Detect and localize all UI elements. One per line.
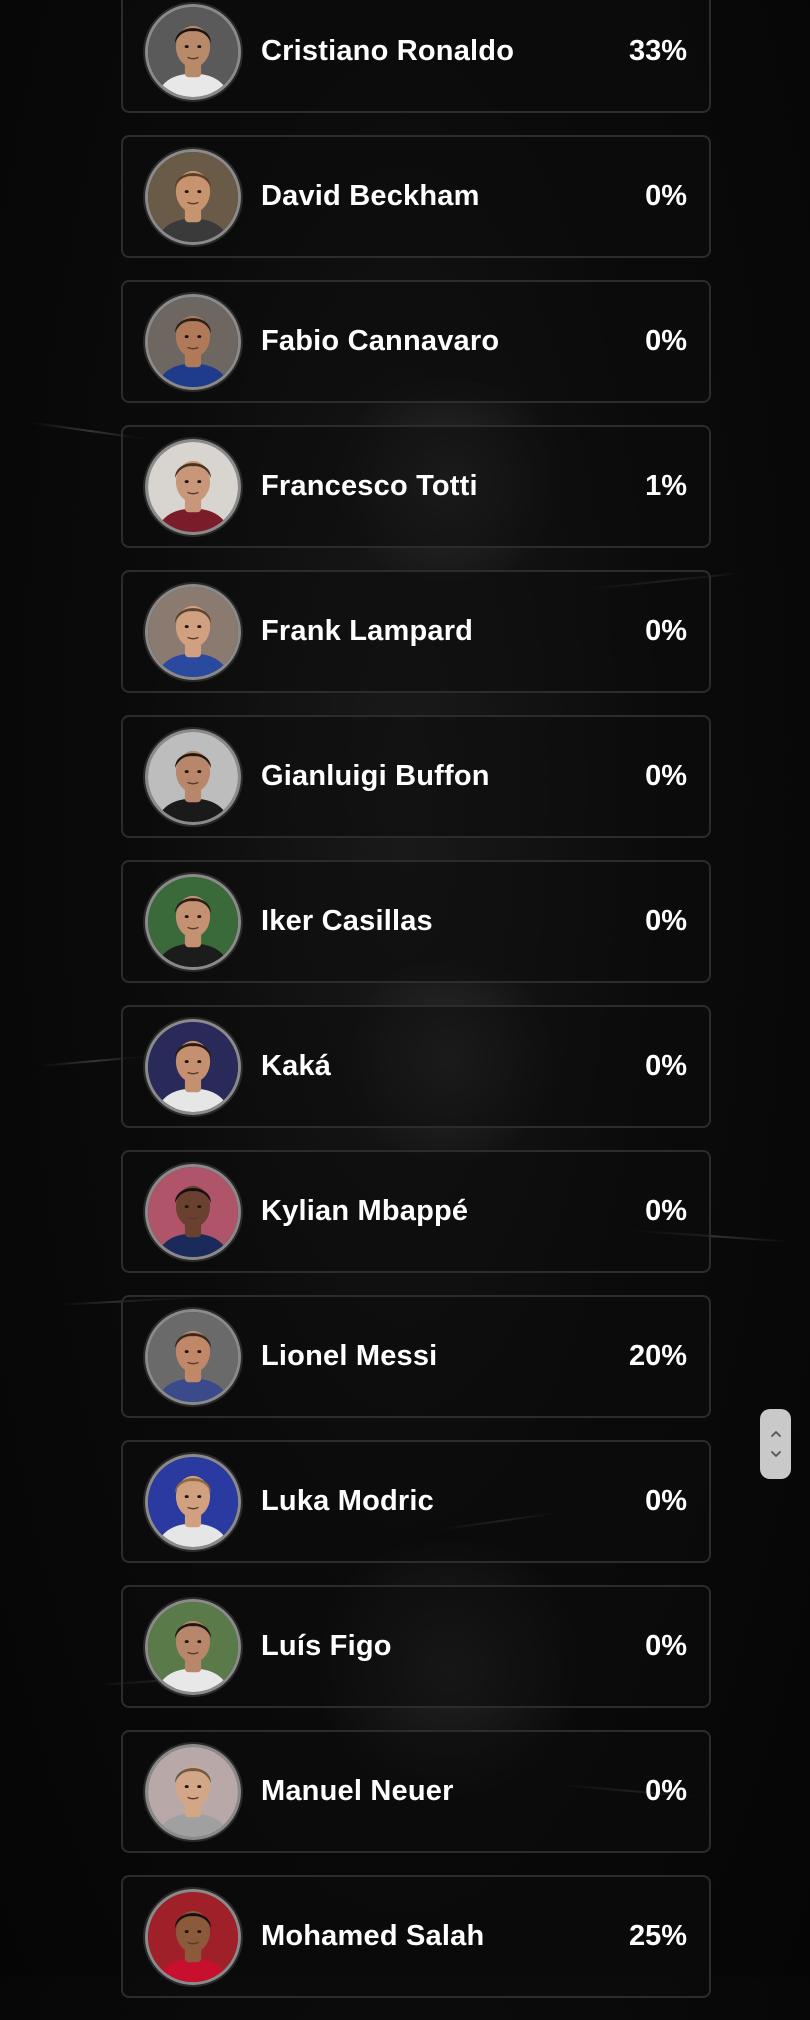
player-avatar bbox=[145, 148, 241, 245]
player-avatar bbox=[145, 1453, 241, 1550]
player-avatar bbox=[145, 1308, 241, 1405]
player-portrait-icon bbox=[148, 1891, 238, 1982]
player-vote-row-kylian-mbapp[interactable]: Kylian Mbappé 0% bbox=[121, 1150, 711, 1273]
player-name: Iker Casillas bbox=[261, 905, 433, 937]
player-name: Kylian Mbappé bbox=[261, 1195, 469, 1227]
player-name: Frank Lampard bbox=[261, 615, 474, 647]
player-vote-row-lionel-messi[interactable]: Lionel Messi 20% bbox=[121, 1295, 711, 1418]
player-name: Cristiano Ronaldo bbox=[261, 35, 515, 67]
player-portrait-icon bbox=[148, 151, 238, 242]
player-avatar bbox=[145, 728, 241, 825]
vote-percentage: 33% bbox=[628, 35, 687, 67]
player-portrait-icon bbox=[148, 441, 238, 532]
vote-percentage: 0% bbox=[645, 615, 687, 647]
vote-percentage: 0% bbox=[645, 1195, 687, 1227]
player-avatar bbox=[145, 1743, 241, 1840]
chevron-down-icon[interactable] bbox=[769, 1447, 783, 1461]
vote-percentage: 0% bbox=[645, 180, 687, 212]
player-vote-list: Cristiano Ronaldo 33% David Beckham 0% F… bbox=[121, 0, 711, 2020]
player-portrait-icon bbox=[148, 6, 238, 97]
vote-percentage: 0% bbox=[645, 760, 687, 792]
player-avatar bbox=[145, 293, 241, 390]
vote-percentage: 0% bbox=[645, 325, 687, 357]
vote-percentage: 0% bbox=[645, 1050, 687, 1082]
player-name: Luka Modric bbox=[261, 1485, 434, 1517]
player-avatar bbox=[145, 1888, 241, 1985]
player-vote-row-fabio-cannavaro[interactable]: Fabio Cannavaro 0% bbox=[121, 280, 711, 403]
player-portrait-icon bbox=[148, 1601, 238, 1692]
player-avatar bbox=[145, 873, 241, 970]
player-name: Kaká bbox=[261, 1050, 332, 1082]
player-avatar bbox=[145, 583, 241, 680]
vote-percentage: 0% bbox=[645, 905, 687, 937]
vote-percentage: 25% bbox=[628, 1920, 687, 1952]
player-avatar bbox=[145, 438, 241, 535]
player-vote-row-lu-s-figo[interactable]: Luís Figo 0% bbox=[121, 1585, 711, 1708]
vote-percentage: 0% bbox=[645, 1630, 687, 1662]
player-portrait-icon bbox=[148, 586, 238, 677]
player-vote-row-mohamed-salah[interactable]: Mohamed Salah 25% bbox=[121, 1875, 711, 1998]
player-name: Mohamed Salah bbox=[261, 1920, 485, 1952]
player-vote-row-iker-casillas[interactable]: Iker Casillas 0% bbox=[121, 860, 711, 983]
vote-percentage: 0% bbox=[645, 1775, 687, 1807]
player-vote-row-frank-lampard[interactable]: Frank Lampard 0% bbox=[121, 570, 711, 693]
scroll-control[interactable] bbox=[760, 1409, 791, 1479]
player-name: Manuel Neuer bbox=[261, 1775, 454, 1807]
player-vote-row-gianluigi-buffon[interactable]: Gianluigi Buffon 0% bbox=[121, 715, 711, 838]
player-portrait-icon bbox=[148, 1311, 238, 1402]
player-vote-row-luka-modric[interactable]: Luka Modric 0% bbox=[121, 1440, 711, 1563]
player-avatar bbox=[145, 1163, 241, 1260]
player-portrait-icon bbox=[148, 876, 238, 967]
player-name: David Beckham bbox=[261, 180, 480, 212]
player-vote-row-francesco-totti[interactable]: Francesco Totti 1% bbox=[121, 425, 711, 548]
player-name: Francesco Totti bbox=[261, 470, 478, 502]
player-name: Luís Figo bbox=[261, 1630, 392, 1662]
player-name: Lionel Messi bbox=[261, 1340, 438, 1372]
player-vote-row-manuel-neuer[interactable]: Manuel Neuer 0% bbox=[121, 1730, 711, 1853]
player-portrait-icon bbox=[148, 731, 238, 822]
player-name: Gianluigi Buffon bbox=[261, 760, 490, 792]
player-vote-row-kak[interactable]: Kaká 0% bbox=[121, 1005, 711, 1128]
player-portrait-icon bbox=[148, 1021, 238, 1112]
player-portrait-icon bbox=[148, 296, 238, 387]
vote-percentage: 0% bbox=[645, 1485, 687, 1517]
player-portrait-icon bbox=[148, 1456, 238, 1547]
player-avatar bbox=[145, 3, 241, 100]
player-portrait-icon bbox=[148, 1166, 238, 1257]
vote-percentage: 20% bbox=[628, 1340, 687, 1372]
player-vote-row-david-beckham[interactable]: David Beckham 0% bbox=[121, 135, 711, 258]
player-name: Fabio Cannavaro bbox=[261, 325, 500, 357]
player-vote-row-cristiano-ronaldo[interactable]: Cristiano Ronaldo 33% bbox=[121, 0, 711, 113]
vote-percentage: 1% bbox=[645, 470, 687, 502]
player-avatar bbox=[145, 1598, 241, 1695]
player-portrait-icon bbox=[148, 1746, 238, 1837]
player-avatar bbox=[145, 1018, 241, 1115]
chevron-up-icon[interactable] bbox=[769, 1427, 783, 1441]
